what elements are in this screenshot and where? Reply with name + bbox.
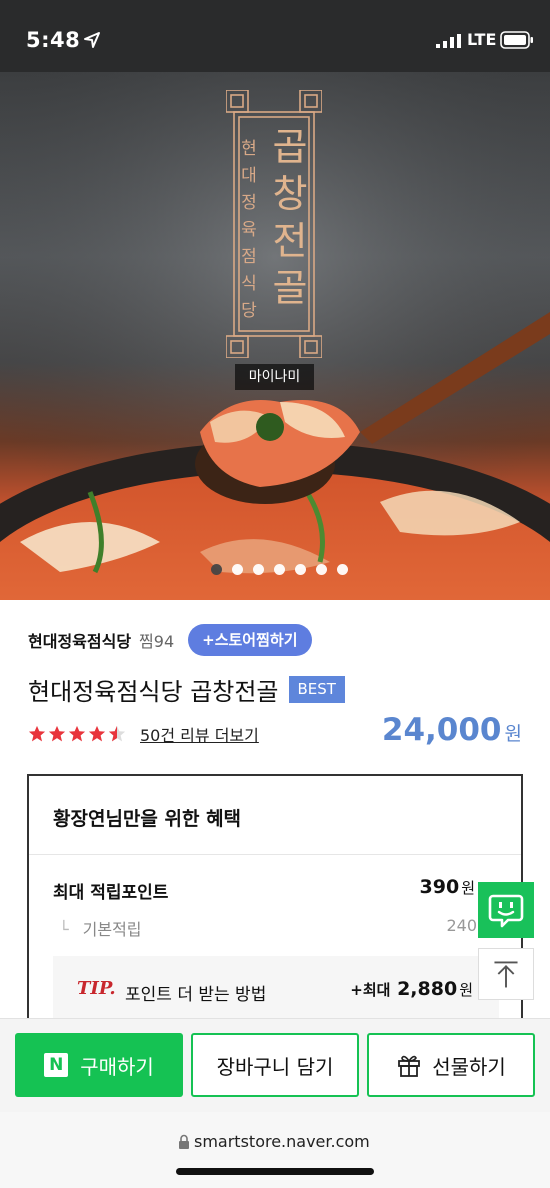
rating-row: 50건 리뷰 더보기 [28,720,259,748]
tip-label: TIP. [77,978,116,999]
url-text: smartstore.naver.com [194,1132,370,1151]
carousel-dot[interactable] [231,564,243,575]
tip-prefix: +최대 [350,981,391,999]
gift-icon [398,1055,421,1077]
location-arrow-icon [84,32,100,48]
max-point-value[interactable]: 390 원 [420,876,475,898]
carousel-indicator [0,564,550,576]
gift-button[interactable]: 선물하기 [367,1033,535,1097]
benefit-title: 황장연님만을 위한 혜택 [53,808,242,830]
price-unit: 원 [504,723,522,745]
carousel-dot[interactable] [336,564,348,575]
lock-icon [179,1134,189,1149]
product-title: 현대정육점식당 곱창전골 [28,677,279,706]
max-point-unit: 원 [461,879,475,897]
carousel-dot[interactable] [210,564,222,575]
buy-button[interactable]: N 구매하기 [15,1033,183,1097]
price: 24,000 원 [382,712,522,748]
base-point-text: 기본적립 [82,920,142,939]
base-point-label: └ 기본적립 [59,916,142,940]
star-icon [28,725,46,742]
status-bar: 5:48 LTE [0,0,550,78]
action-bar: N 구매하기 장바구니 담기 선물하기 [0,1018,550,1112]
tip-unit: 원 [459,981,473,999]
gift-button-label: 선물하기 [432,1054,506,1079]
tip-number: 2,880 [397,978,458,1000]
tip-value: +최대 2,880 원 [350,978,473,1000]
logo-main-text: 곱창전골 [272,125,308,310]
buy-button-label: 구매하기 [80,1054,154,1079]
store-row: 현대정육점식당 찜94 +스토어찜하기 [28,624,312,656]
base-point-value: 240 [446,916,477,935]
brand-tag: 마이나미 [235,364,314,390]
star-icon [48,725,66,742]
price-value: 24,000 [381,712,502,748]
review-more-link[interactable]: 50건 리뷰 더보기 [140,722,259,746]
best-badge: BEST [288,675,345,703]
tip-row[interactable]: TIP. 포인트 더 받는 방법 +최대 2,880 원 [53,956,499,1026]
store-name[interactable]: 현대정육점식당 [28,628,131,652]
benefit-panel: 황장연님만을 위한 혜택 최대 적립포인트 390 원 └ 기본적립 240 TIP… [27,774,523,1034]
network-type: LTE [467,30,497,49]
talk-button[interactable] [478,882,534,938]
logo-sub-text: 현대정육점식당 [241,139,257,321]
carousel-dot[interactable] [315,564,327,575]
divider [29,854,521,855]
status-time: 5:48 [26,28,81,52]
max-point-label: 최대 적립포인트 [53,883,169,903]
star-half-icon [108,725,126,742]
store-favorite-button[interactable]: +스토어찜하기 [188,624,312,656]
store-like-count: 찜94 [139,632,175,651]
rating-stars [28,725,126,743]
sub-item-icon: └ [59,920,69,939]
max-point-number: 390 [419,876,460,898]
title-row: 현대정육점식당 곱창전골 BEST [28,672,345,706]
carousel-dot[interactable] [273,564,285,575]
home-indicator [176,1168,374,1175]
star-icon [68,725,86,742]
arrow-up-icon [494,961,518,988]
add-to-cart-button[interactable]: 장바구니 담기 [191,1033,359,1097]
talk-icon [488,894,524,928]
carousel-dot[interactable] [252,564,264,575]
browser-url-bar[interactable]: smartstore.naver.com [0,1112,550,1188]
scroll-top-button[interactable] [478,948,534,1000]
star-icon [88,725,106,742]
carousel-dot[interactable] [294,564,306,575]
naver-n-icon: N [44,1053,69,1077]
cart-button-label: 장바구니 담기 [216,1054,334,1079]
battery-icon [500,31,533,49]
signal-icon [436,34,461,48]
product-image-carousel[interactable]: 곱창전골 현대정육점식당 마이나미 [0,72,550,600]
tip-text: 포인트 더 받는 방법 [125,985,267,1005]
